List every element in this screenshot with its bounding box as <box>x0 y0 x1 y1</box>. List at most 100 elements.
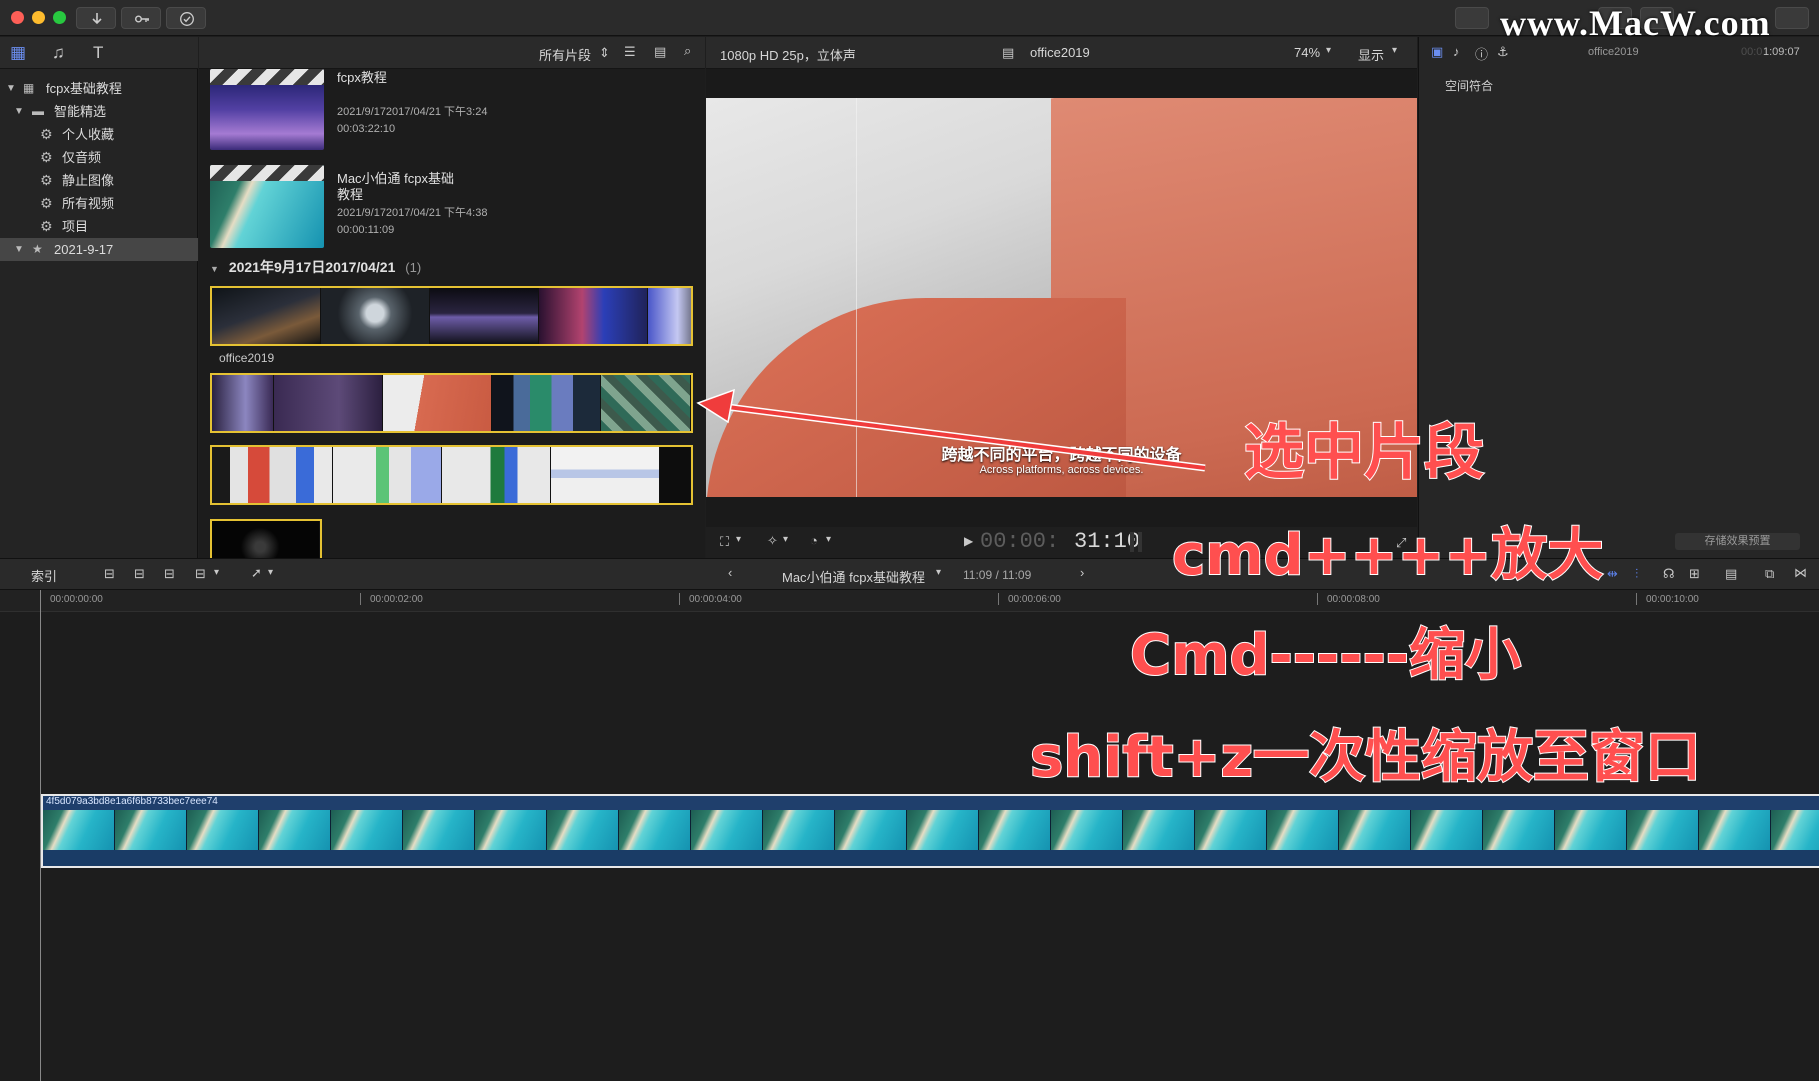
clip-frame <box>333 447 442 503</box>
project-title-line2: 教程 <box>337 187 364 202</box>
clip-frame <box>1483 810 1555 850</box>
zoom-window-button[interactable] <box>53 11 66 24</box>
inspector-timecode: 1:09:07 <box>1763 46 1800 58</box>
share-inspector-icon[interactable]: ⚓ <box>1497 44 1509 60</box>
chevron-down-icon[interactable]: ▾ <box>736 534 741 545</box>
sidebar-item-audio-only[interactable]: ⚙ 仅音频 <box>0 146 198 169</box>
chevron-down-icon[interactable]: ▾ <box>1326 45 1331 56</box>
background-tasks-button[interactable] <box>166 7 206 29</box>
sidebar-item-stills[interactable]: ⚙ 静止图像 <box>0 169 198 192</box>
transform-icon[interactable]: ⛶ <box>720 534 729 550</box>
clip-filmstrip[interactable] <box>210 519 322 558</box>
sidebar-header: ▦ ♫ T <box>0 37 198 69</box>
clip-filter-menu[interactable]: 所有片段 <box>539 45 591 64</box>
event-group-date: 2021年9月17日2017/04/21 <box>228 259 396 275</box>
sidebar-item-favorites[interactable]: ⚙ 个人收藏 <box>0 123 198 146</box>
sidebar-item-projects[interactable]: ⚙ 项目 <box>0 215 198 238</box>
disclosure-triangle-icon[interactable]: ▼ <box>210 264 219 274</box>
clip-frame <box>1051 810 1123 850</box>
filmstrip-view-icon[interactable]: ▤ <box>654 44 666 60</box>
viewer-header: 1080p HD 25p，立体声 ▤ office2019 74% ▾ 显示 ▾ <box>706 37 1417 69</box>
ruler-tick <box>1636 593 1637 605</box>
headphones-icon[interactable]: ☊ <box>1663 566 1675 582</box>
clip-filmstrip[interactable] <box>210 373 693 433</box>
display-menu[interactable]: 显示 <box>1358 45 1384 64</box>
clip-frame <box>321 288 430 344</box>
sidebar-item-event[interactable]: ▼ ★ 2021-9-17 <box>0 238 198 261</box>
smart-collection-gear-icon: ⚙ <box>40 149 53 165</box>
clip-filmstrip[interactable] <box>210 445 693 505</box>
select-tool-arrow-icon[interactable]: ➚ <box>251 565 262 581</box>
disclosure-triangle-icon[interactable]: ▼ <box>6 77 16 100</box>
keywords-button[interactable] <box>121 7 161 29</box>
sidebar-item-all-video[interactable]: ⚙ 所有视频 <box>0 192 198 215</box>
transitions-browser-icon[interactable]: ⋈ <box>1794 565 1807 581</box>
titles-generators-icon[interactable]: T <box>93 43 103 63</box>
sidebar-item-smart-collections[interactable]: ▼ ▬ 智能精选 <box>0 100 198 123</box>
event-group-count: (1) <box>405 260 422 275</box>
disclosure-triangle-icon[interactable]: ▼ <box>14 100 24 123</box>
timeline-project-name[interactable]: Mac小伯通 fcpx基础教程 <box>782 567 925 586</box>
photos-audio-icon[interactable]: ♫ <box>52 43 65 63</box>
zoom-menu[interactable]: 74% <box>1294 45 1320 60</box>
project-thumbnail[interactable] <box>210 165 324 248</box>
project-thumbnail[interactable] <box>210 69 324 150</box>
viewer-clip-title: office2019 <box>1030 45 1090 60</box>
search-icon[interactable]: ⌕ <box>684 43 691 59</box>
chevron-down-icon[interactable]: ▾ <box>783 534 788 545</box>
disclosure-triangle-icon[interactable]: ▼ <box>14 238 24 261</box>
insert-clip-icon[interactable]: ⊟ <box>134 566 145 582</box>
audio-inspector-icon[interactable]: ♪ <box>1453 44 1460 59</box>
list-view-icon[interactable]: ☰ <box>624 44 636 60</box>
sidebar-item-label: 2021-9-17 <box>54 242 114 257</box>
clip-frame <box>212 447 333 503</box>
clip-frame <box>274 375 383 431</box>
chevron-down-icon[interactable]: ▾ <box>268 567 273 578</box>
speed-gauge-icon[interactable]: ◔ <box>810 533 818 548</box>
effects-browser-icon[interactable]: ⧉ <box>1765 566 1774 582</box>
smart-collection-gear-icon: ⚙ <box>40 126 53 142</box>
timeline-clip[interactable]: 4f5d079a3bd8e1a6f6b8733bec7eee74 <box>41 794 1819 868</box>
chevron-down-icon[interactable]: ▾ <box>1392 45 1397 56</box>
connect-clip-icon[interactable]: ⊟ <box>104 566 115 582</box>
chevron-down-icon[interactable]: ▾ <box>214 567 219 578</box>
video-inspector-icon[interactable]: ▣ <box>1431 44 1443 60</box>
back-arrow-icon[interactable]: ‹ <box>728 565 732 580</box>
forward-arrow-icon[interactable]: › <box>1080 565 1084 580</box>
annotation-zoom-in: cmd++++放大 <box>1171 522 1604 589</box>
clip-filmstrip[interactable] <box>210 286 693 346</box>
clip-appearance-icon[interactable]: ▤ <box>1725 566 1737 582</box>
index-button[interactable]: 索引 <box>31 566 57 585</box>
info-icon[interactable]: ⓘ <box>1475 44 1488 63</box>
viewer-format: 1080p HD 25p，立体声 <box>720 48 856 63</box>
chevron-down-icon[interactable]: ▾ <box>826 534 831 545</box>
import-button[interactable] <box>76 7 116 29</box>
share-toggle-button[interactable] <box>1455 7 1489 29</box>
append-clip-icon[interactable]: ⊟ <box>164 566 175 582</box>
play-icon[interactable]: ▶ <box>964 534 973 548</box>
browser-header: 所有片段 ⇕ ☰ ▤ ⌕ <box>199 37 705 69</box>
sidebar-item-library[interactable]: ▼ ▦ fcpx基础教程 <box>0 77 198 100</box>
chevron-updown-icon[interactable]: ⇕ <box>599 45 610 61</box>
clip-frame <box>403 810 475 850</box>
share-button[interactable] <box>1775 7 1809 29</box>
clip-audio-band <box>43 850 1819 866</box>
sidebar-item-label: 智能精选 <box>54 104 107 119</box>
snapping-icon[interactable]: ⊞ <box>1689 566 1700 582</box>
chevron-down-icon[interactable]: ▾ <box>936 567 941 578</box>
skimming-icon[interactable]: ⇹ <box>1607 566 1618 582</box>
minimize-window-button[interactable] <box>32 11 45 24</box>
ruler-label: 00:00:04:00 <box>689 594 742 605</box>
save-effects-preset-button[interactable]: 存储效果预置 <box>1675 533 1800 550</box>
clip-frame <box>1195 810 1267 850</box>
event-group-header[interactable]: ▼ 2021年9月17日2017/04/21 (1) <box>210 257 421 277</box>
close-window-button[interactable] <box>11 11 24 24</box>
libraries-icon[interactable]: ▦ <box>10 43 26 63</box>
timeline-ruler[interactable]: 00:00:00:00 00:00:02:00 00:00:04:00 00:0… <box>0 590 1819 612</box>
overwrite-clip-icon[interactable]: ⊟ <box>195 566 206 582</box>
sidebar-item-label: 仅音频 <box>62 150 102 165</box>
audio-skimming-icon[interactable]: ⫶ <box>1635 566 1638 582</box>
sidebar-item-label: 个人收藏 <box>62 127 115 142</box>
magic-wand-icon[interactable]: ✧ <box>767 533 778 549</box>
project-date: 2021/9/172017/04/21 下午3:24 <box>337 106 488 118</box>
